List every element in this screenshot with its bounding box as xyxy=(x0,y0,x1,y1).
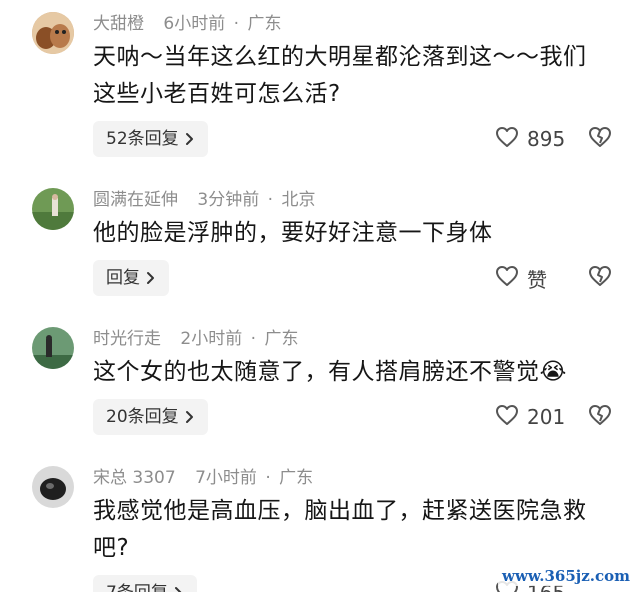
dislike-button[interactable] xyxy=(588,260,612,296)
meta-separator: · xyxy=(250,329,257,349)
comment-text: 他的脸是浮肿的，要好好注意一下身体 xyxy=(93,220,493,246)
comment-meta: 时光行走 2小时前 · 广东 xyxy=(93,328,298,350)
comment-location: 广东 xyxy=(279,468,314,488)
chevron-right-icon xyxy=(146,271,155,285)
meta-separator: · xyxy=(233,14,240,34)
username[interactable]: 大甜橙 xyxy=(93,14,144,34)
comment-meta: 宋总 3307 7小时前 · 广东 xyxy=(93,467,313,489)
like-button[interactable]: 895 xyxy=(495,121,565,157)
reply-label: 回复 xyxy=(106,268,140,288)
comment-text-body: 这个女的也太随意了，有人搭肩膀还不警觉 xyxy=(93,359,540,385)
comment-time: 7小时前 xyxy=(195,468,257,488)
comment-location: 广东 xyxy=(264,329,299,349)
broken-heart-icon xyxy=(588,404,612,430)
meta-separator: · xyxy=(265,468,271,488)
broken-heart-icon xyxy=(588,126,612,152)
chevron-right-icon xyxy=(185,132,194,146)
comment-text: 这个女的也太随意了，有人搭肩膀还不警觉😭 xyxy=(93,354,603,391)
avatar-image xyxy=(32,327,74,369)
avatar[interactable] xyxy=(32,466,74,508)
chevron-right-icon xyxy=(174,586,183,592)
comment-meta: 大甜橙 6小时前 · 广东 xyxy=(93,13,281,35)
heart-outline-icon xyxy=(495,404,519,430)
comment-meta: 圆满在延伸 3分钟前 · 北京 xyxy=(93,189,315,211)
avatar[interactable] xyxy=(32,12,74,54)
comment-location: 广东 xyxy=(247,14,282,34)
view-replies-button[interactable]: 20条回复 xyxy=(93,399,208,435)
comment-text: 我感觉他是高血压，脑出血了，赶紧送医院急救吧? xyxy=(93,498,587,561)
reply-label: 20条回复 xyxy=(106,407,179,427)
avatar-image xyxy=(32,12,74,54)
crying-laughing-emoji: 😭 xyxy=(539,359,567,385)
dislike-button[interactable] xyxy=(588,121,612,157)
reply-button[interactable]: 回复 xyxy=(93,260,169,296)
like-count: 895 xyxy=(527,127,566,151)
site-watermark: www.365jz.com xyxy=(498,566,634,586)
meta-separator: · xyxy=(267,190,274,210)
comment-time: 2小时前 xyxy=(180,329,243,349)
avatar-image xyxy=(32,466,74,508)
reply-label: 52条回复 xyxy=(106,129,179,149)
comment-text: 天呐～当年这么红的大明星都沦落到这～～我们这些小老百姓可怎么活? xyxy=(93,44,587,107)
comment-location: 北京 xyxy=(281,190,316,210)
like-button[interactable]: 赞 xyxy=(495,260,547,296)
view-replies-button[interactable]: 7条回复 xyxy=(93,575,197,592)
like-count: 赞 xyxy=(527,267,547,292)
username[interactable]: 时光行走 xyxy=(93,329,161,349)
comment-time: 6小时前 xyxy=(163,14,226,34)
comment-time: 3分钟前 xyxy=(197,190,260,210)
comment-list: 大甜橙 6小时前 · 广东 天呐～当年这么红的大明星都沦落到这～～我们这些小老百… xyxy=(0,0,640,592)
avatar[interactable] xyxy=(32,188,74,230)
username[interactable]: 圆满在延伸 xyxy=(93,190,178,210)
like-count: 201 xyxy=(527,405,566,429)
avatar[interactable] xyxy=(32,327,74,369)
avatar-image xyxy=(32,188,74,230)
username[interactable]: 宋总 3307 xyxy=(93,468,176,488)
heart-outline-icon xyxy=(495,265,519,291)
reply-label: 7条回复 xyxy=(106,575,168,592)
chevron-right-icon xyxy=(185,410,194,424)
heart-outline-icon xyxy=(495,126,519,152)
view-replies-button[interactable]: 52条回复 xyxy=(93,121,208,157)
broken-heart-icon xyxy=(588,265,612,291)
like-button[interactable]: 201 xyxy=(495,399,565,435)
dislike-button[interactable] xyxy=(588,399,612,435)
